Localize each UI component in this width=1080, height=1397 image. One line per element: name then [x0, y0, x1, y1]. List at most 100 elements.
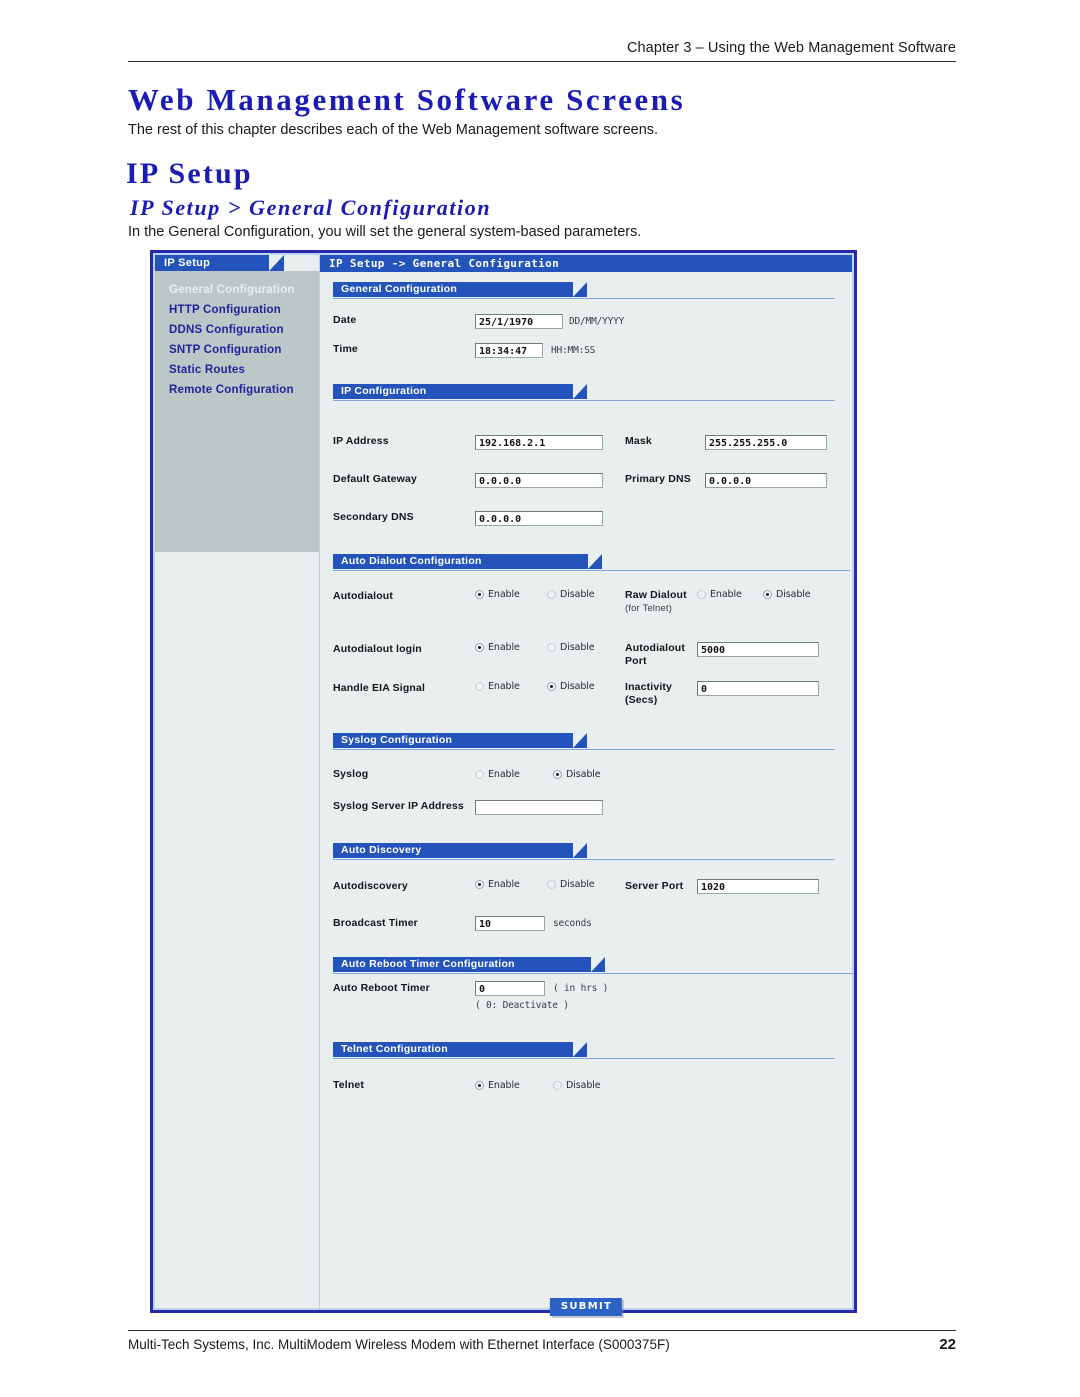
- autodiscovery-enable-radio[interactable]: Enable: [475, 879, 547, 890]
- autodialout-login-enable-radio[interactable]: Enable: [475, 642, 547, 653]
- header-rule: [128, 61, 956, 62]
- syslog-enable-radio[interactable]: Enable: [475, 769, 553, 780]
- page-title: Web Management Software Screens: [128, 82, 686, 117]
- row-broadcast-timer: Broadcast Timer 10 seconds: [333, 916, 844, 931]
- radio-label: Disable: [776, 589, 811, 600]
- mask-input[interactable]: 255.255.255.0: [705, 435, 827, 450]
- raw-dialout-sublabel: (for Telnet): [625, 603, 673, 614]
- inactivity-label: Inactivity: [625, 681, 673, 693]
- secondary-dns-label: Secondary DNS: [333, 511, 414, 523]
- app-main-panel: IP Setup -> General Configuration Genera…: [319, 255, 853, 1316]
- section-rule: [333, 298, 835, 299]
- default-gateway-input[interactable]: 0.0.0.0: [475, 473, 603, 488]
- row-handle-eia-signal: Handle EIA Signal Enable Disable Inactiv…: [333, 681, 844, 707]
- handle-eia-signal-label: Handle EIA Signal: [333, 682, 426, 694]
- row-autodiscovery: Autodiscovery Enable Disable Server Port…: [333, 879, 844, 894]
- sidebar-item-sntp-configuration[interactable]: SNTP Configuration: [155, 340, 319, 360]
- section-title-auto-dialout: Auto Dialout Configuration: [333, 554, 602, 569]
- server-port-input[interactable]: 1020: [697, 879, 819, 894]
- sidebar-menu: General Configuration HTTP Configuration…: [155, 271, 319, 552]
- section-title-ip-configuration: IP Configuration: [333, 384, 587, 399]
- sidebar-item-static-routes[interactable]: Static Routes: [155, 360, 319, 380]
- date-input[interactable]: 25/1/1970: [475, 314, 563, 329]
- sidebar-item-general-configuration[interactable]: General Configuration: [155, 280, 319, 300]
- section-title-auto-discovery: Auto Discovery: [333, 843, 587, 858]
- primary-dns-input[interactable]: 0.0.0.0: [705, 473, 827, 488]
- section-header-syslog: Syslog Configuration: [333, 733, 835, 750]
- auto-reboot-timer-label: Auto Reboot Timer: [333, 982, 430, 994]
- date-format-hint: DD/MM/YYYY: [569, 316, 625, 327]
- raw-dialout-label: Raw Dialout: [625, 589, 687, 601]
- autodiscovery-disable-radio[interactable]: Disable: [547, 879, 625, 890]
- row-time: Time 18:34:47 HH:MM:SS: [333, 343, 844, 358]
- row-syslog-server-ip: Syslog Server IP Address: [333, 800, 844, 815]
- subsection-description: In the General Configuration, you will s…: [128, 224, 642, 240]
- sidebar-title: IP Setup: [155, 255, 284, 271]
- section-header-auto-discovery: Auto Discovery: [333, 843, 835, 860]
- chapter-header-text: Chapter 3 – Using the Web Management Sof…: [626, 40, 956, 56]
- broadcast-timer-input[interactable]: 10: [475, 916, 545, 931]
- section-title-general-configuration: General Configuration: [333, 282, 587, 297]
- time-format-hint: HH:MM:SS: [551, 345, 596, 356]
- autodialout-port-input[interactable]: 5000: [697, 642, 819, 657]
- radio-label: Disable: [560, 879, 595, 890]
- radio-indicator: [475, 880, 484, 889]
- radio-indicator: [475, 590, 484, 599]
- ip-address-input[interactable]: 192.168.2.1: [475, 435, 603, 450]
- section-header-ip-configuration: IP Configuration: [333, 384, 835, 401]
- inactivity-sublabel: (Secs): [625, 694, 658, 706]
- radio-indicator: [475, 643, 484, 652]
- configuration-form: General Configuration Date 25/1/1970 DD/…: [320, 282, 853, 1316]
- primary-dns-label: Primary DNS: [625, 473, 691, 485]
- radio-label: Disable: [560, 642, 595, 653]
- auto-reboot-timer-input[interactable]: 0: [475, 981, 545, 996]
- raw-dialout-disable-radio[interactable]: Disable: [763, 589, 811, 600]
- auto-reboot-timer-note: ( 0: Deactivate ): [475, 1000, 569, 1011]
- autodialout-disable-radio[interactable]: Disable: [547, 589, 625, 600]
- syslog-disable-radio[interactable]: Disable: [553, 769, 601, 780]
- sidebar-item-remote-configuration[interactable]: Remote Configuration: [155, 380, 319, 400]
- syslog-server-ip-input[interactable]: [475, 800, 603, 815]
- section-header-auto-dialout: Auto Dialout Configuration: [333, 554, 850, 571]
- row-ip-address: IP Address 192.168.2.1 Mask 255.255.255.…: [333, 435, 844, 450]
- mask-label: Mask: [625, 435, 652, 447]
- secondary-dns-input[interactable]: 0.0.0.0: [475, 511, 603, 526]
- sidebar-item-ddns-configuration[interactable]: DDNS Configuration: [155, 320, 319, 340]
- row-auto-reboot-timer: Auto Reboot Timer 0 ( in hrs ) ( 0: Deac…: [333, 981, 844, 1013]
- telnet-disable-radio[interactable]: Disable: [553, 1080, 601, 1091]
- autodialout-enable-radio[interactable]: Enable: [475, 589, 547, 600]
- broadcast-timer-unit: seconds: [553, 918, 592, 929]
- autodialout-login-disable-radio[interactable]: Disable: [547, 642, 625, 653]
- time-input[interactable]: 18:34:47: [475, 343, 543, 358]
- syslog-server-ip-label: Syslog Server IP Address: [333, 800, 464, 812]
- submit-button[interactable]: SUBMIT: [549, 1298, 623, 1316]
- raw-dialout-enable-radio[interactable]: Enable: [697, 589, 763, 600]
- section-rule: [333, 859, 835, 860]
- section-header-telnet: Telnet Configuration: [333, 1042, 835, 1059]
- telnet-enable-radio[interactable]: Enable: [475, 1080, 553, 1091]
- row-autodialout: Autodialout Enable Disable Raw Dialout (…: [333, 589, 844, 615]
- radio-indicator: [475, 1081, 484, 1090]
- app-sidebar: IP Setup General Configuration HTTP Conf…: [155, 255, 319, 1308]
- radio-label: Enable: [488, 769, 520, 780]
- page-footer: Multi-Tech Systems, Inc. MultiModem Wire…: [128, 1330, 956, 1353]
- row-telnet: Telnet Enable Disable: [333, 1080, 844, 1092]
- section-header-general-configuration: General Configuration: [333, 282, 835, 299]
- section-heading: IP Setup: [126, 157, 253, 190]
- page-number: 22: [939, 1336, 956, 1353]
- handle-eia-enable-radio[interactable]: Enable: [475, 681, 547, 692]
- section-header-auto-reboot: Auto Reboot Timer Configuration: [333, 957, 853, 974]
- sidebar-item-http-configuration[interactable]: HTTP Configuration: [155, 300, 319, 320]
- section-rule: [333, 973, 853, 974]
- broadcast-timer-label: Broadcast Timer: [333, 917, 418, 929]
- web-management-screenshot: IP Setup General Configuration HTTP Conf…: [150, 250, 857, 1316]
- row-default-gateway: Default Gateway 0.0.0.0 Primary DNS 0.0.…: [333, 473, 844, 488]
- radio-indicator: [547, 590, 556, 599]
- row-autodialout-login: Autodialout login Enable Disable Autodia…: [333, 642, 844, 668]
- row-secondary-dns: Secondary DNS 0.0.0.0: [333, 511, 844, 526]
- inactivity-input[interactable]: 0: [697, 681, 819, 696]
- radio-label: Enable: [488, 879, 520, 890]
- section-title-syslog: Syslog Configuration: [333, 733, 587, 748]
- intro-paragraph: The rest of this chapter describes each …: [128, 122, 659, 138]
- handle-eia-disable-radio[interactable]: Disable: [547, 681, 625, 692]
